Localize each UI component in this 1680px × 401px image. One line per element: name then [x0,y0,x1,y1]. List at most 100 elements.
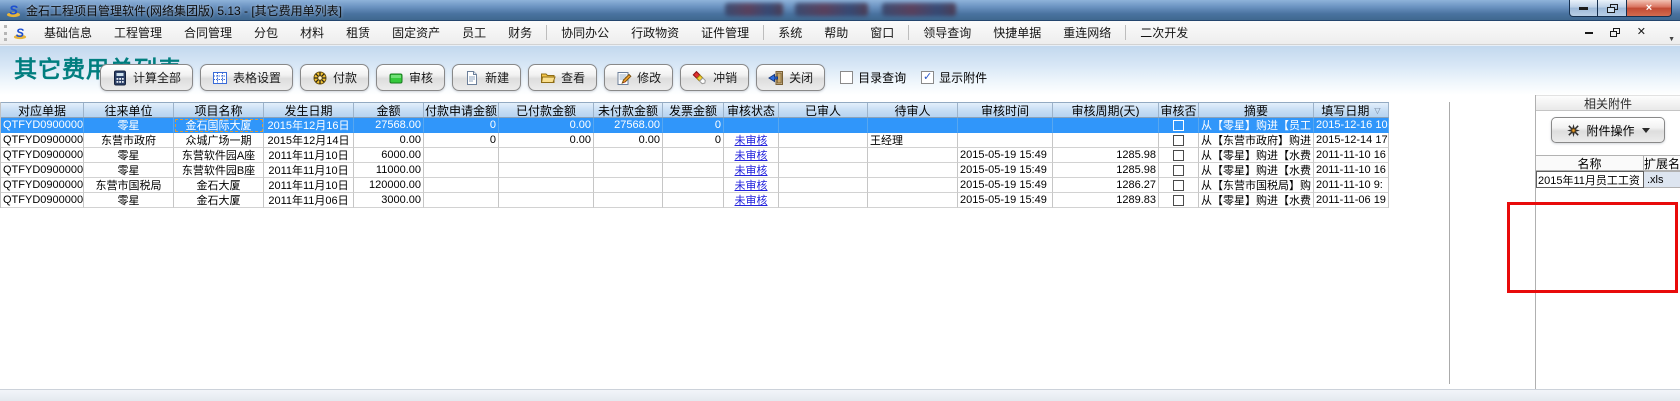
grid-cell[interactable]: QTFYD090000002 [1,148,84,163]
grid-cell[interactable]: 众城广场一期 [174,133,264,148]
view-button[interactable]: 查看 [528,64,597,91]
grid-cell[interactable]: 2015-12-14 17 [1314,133,1389,148]
toolbar-checkbox[interactable]: ✓ 显示附件 [921,69,987,86]
grid-cell[interactable]: 0 [424,133,499,148]
grid-cell[interactable]: 6000.00 [354,148,424,163]
menu-item[interactable]: 财务 [497,21,543,44]
grid-cell[interactable]: 2011年11月10日 [264,148,354,163]
menu-item[interactable]: 材料 [289,21,335,44]
grid-cell[interactable]: 未审核 [724,193,779,208]
grid-cell[interactable] [724,118,779,133]
menubar-overflow-caret-icon[interactable]: ▼ [1668,36,1675,43]
grid-cell[interactable]: 2015-05-19 15:49 [958,148,1053,163]
grid-cell[interactable]: 27568.00 [354,118,424,133]
column-header[interactable]: 未付款金额 [594,103,663,117]
grid-cell[interactable]: 东营市国税局 [84,178,174,193]
grid-cell[interactable] [868,193,958,208]
column-header[interactable]: 待审人 [868,103,958,117]
audit-checkbox[interactable] [1173,150,1184,161]
grid-cell[interactable]: 2015-05-19 15:49 [958,163,1053,178]
grid-cell[interactable]: 金石大厦 [174,193,264,208]
grid-cell[interactable] [663,178,724,193]
grid-cell[interactable] [868,118,958,133]
attachment-actions-button[interactable]: 附件操作 [1551,117,1665,143]
column-header[interactable]: 项目名称 [174,103,264,117]
column-header[interactable]: 发生日期 [264,103,354,117]
grid-cell[interactable]: 零星 [84,163,174,178]
grid-cell[interactable]: 未审核 [724,133,779,148]
grid-cell[interactable] [1053,118,1159,133]
menu-item[interactable]: 二次开发 [1129,21,1199,44]
grid-cell[interactable]: 从【零星】购进【水费 [1199,148,1314,163]
table-row[interactable]: QTFYD090000002零星东营软件园A座2011年11月10日6000.0… [1,148,1389,163]
grid-cell[interactable]: 0 [663,118,724,133]
grid-cell[interactable]: 零星 [84,148,174,163]
grid-cell[interactable]: 1289.83 [1053,193,1159,208]
close-page-button[interactable]: 关闭 [756,64,825,91]
grid-cell[interactable] [663,148,724,163]
table-settings-button[interactable]: 表格设置 [200,64,293,91]
table-row[interactable]: QTFYD090000005零星金石国际大厦2015年12月16日27568.0… [1,118,1389,133]
grid-cell[interactable] [499,193,594,208]
audit-checkbox[interactable] [1173,120,1184,131]
grid-cell[interactable]: 2015-05-19 15:49 [958,178,1053,193]
grid-cell[interactable] [499,163,594,178]
grid-cell[interactable] [779,193,868,208]
menu-item[interactable]: 行政物资 [620,21,690,44]
modify-button[interactable]: 修改 [604,64,673,91]
restore-button[interactable] [1598,0,1627,17]
mdi-minimize-icon[interactable] [1585,32,1593,34]
column-header[interactable]: 已审人 [779,103,868,117]
new-button[interactable]: 新建 [452,64,521,91]
grid-cell[interactable]: QTFYD090000003 [1,163,84,178]
grid-cell[interactable] [958,133,1053,148]
column-header[interactable]: 发票金额 [663,103,724,117]
grid-cell[interactable] [424,148,499,163]
menu-item[interactable]: 领导查询 [912,21,982,44]
column-header[interactable]: 金额 [354,103,424,117]
table-row[interactable]: QTFYD090000004东营市政府众城广场一期2015年12月14日0.00… [1,133,1389,148]
grid-cell[interactable]: 2015年12月14日 [264,133,354,148]
grid-cell[interactable]: 1286.27 [1053,178,1159,193]
column-header[interactable]: 付款申请金额 [424,103,499,117]
grid-cell[interactable] [779,178,868,193]
grid-cell[interactable]: 2011-11-10 16 [1314,148,1389,163]
audit-checkbox[interactable] [1173,195,1184,206]
table-row[interactable]: QTFYD090000003零星东营软件园B座2011年11月10日11000.… [1,163,1389,178]
grid-cell[interactable] [594,193,663,208]
grid-cell[interactable] [424,163,499,178]
column-header[interactable]: 审核否 [1159,103,1199,117]
menu-item[interactable]: 租赁 [335,21,381,44]
grid-cell[interactable] [594,178,663,193]
grid-cell[interactable]: 从【零星】购进【水费 [1199,193,1314,208]
menu-item[interactable]: 系统 [767,21,813,44]
grid-cell[interactable] [594,148,663,163]
grid-cell[interactable]: 未审核 [724,178,779,193]
grid-cell[interactable]: 0.00 [354,133,424,148]
grid-cell[interactable]: 未审核 [724,148,779,163]
audit-status-link[interactable]: 未审核 [735,193,768,208]
menu-item[interactable]: 快捷单据 [982,21,1052,44]
toolbar-checkbox[interactable]: 目录查询 [840,69,906,86]
grid-cell[interactable]: QTFYD090000007 [1,193,84,208]
grid-cell[interactable]: 2011-11-06 19 [1314,193,1389,208]
grid-cell[interactable]: 2015年12月16日 [264,118,354,133]
column-header[interactable]: 对应单据 [1,103,84,117]
grid-cell[interactable]: QTFYD090000005 [1,118,84,133]
grid-cell[interactable] [1053,133,1159,148]
audit-status-link[interactable]: 未审核 [735,133,768,148]
grid-cell[interactable]: 零星 [84,193,174,208]
grid-cell[interactable] [779,133,868,148]
grid-cell[interactable]: 2015-05-19 15:49 [958,193,1053,208]
grid-cell[interactable]: 0.00 [594,133,663,148]
grid-cell[interactable]: 东营市政府 [84,133,174,148]
grid-cell[interactable]: 1285.98 [1053,148,1159,163]
grid-cell[interactable]: 11000.00 [354,163,424,178]
grid-cell[interactable]: 120000.00 [354,178,424,193]
writeoff-button[interactable]: 冲销 [680,64,749,91]
toolbar-grip[interactable] [4,25,7,41]
column-header[interactable]: 扩展名 [1644,156,1680,170]
column-header[interactable]: 审核时间 [958,103,1053,117]
grid-cell[interactable]: 2011年11月10日 [264,163,354,178]
menu-item[interactable]: 合同管理 [173,21,243,44]
